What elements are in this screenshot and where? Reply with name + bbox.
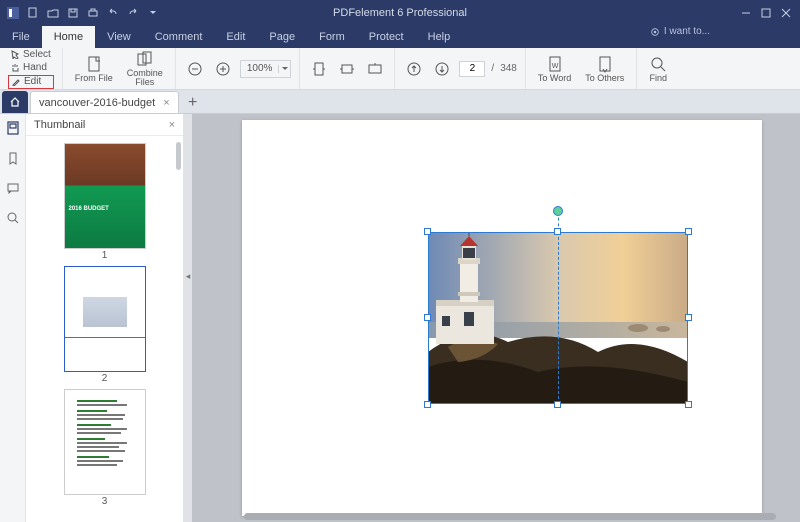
- edit-tool[interactable]: Edit: [8, 75, 54, 89]
- selected-image[interactable]: [428, 232, 688, 404]
- menu-comment[interactable]: Comment: [143, 26, 215, 48]
- fit-page-button[interactable]: [308, 58, 330, 80]
- qat-open-icon[interactable]: [46, 6, 60, 20]
- zoom-select[interactable]: 100%: [240, 60, 292, 78]
- combine-files-button[interactable]: Combine Files: [123, 50, 167, 87]
- chevron-down-icon[interactable]: [278, 65, 290, 73]
- work-area: Thumbnail × 2016 BUDGET 1 2: [0, 114, 800, 522]
- qat-dropdown-icon[interactable]: [146, 6, 160, 20]
- thumbnail-page-1[interactable]: 2016 BUDGET 1: [65, 144, 145, 261]
- qat-print-icon[interactable]: [86, 6, 100, 20]
- thumbnails-panel-icon[interactable]: [5, 120, 21, 136]
- app-title: PDFelement 6 Professional: [333, 7, 467, 19]
- comments-panel-icon[interactable]: [5, 180, 21, 196]
- bookmarks-panel-icon[interactable]: [5, 150, 21, 166]
- close-button[interactable]: [778, 5, 794, 21]
- hand-tool[interactable]: Hand: [8, 62, 54, 74]
- resize-handle-l[interactable]: [424, 314, 431, 321]
- select-tool[interactable]: Select: [8, 49, 54, 61]
- scrollbar-thumb[interactable]: [176, 142, 181, 170]
- thumbnail-panel-close-icon[interactable]: ×: [169, 119, 175, 131]
- title-bar: PDFelement 6 Professional: [0, 0, 800, 26]
- zoom-out-button[interactable]: [184, 58, 206, 80]
- resize-handle-bl[interactable]: [424, 401, 431, 408]
- thumbnail-panel-header: Thumbnail ×: [26, 114, 183, 136]
- ribbon-group-convert: W To Word To Others: [526, 48, 637, 89]
- document-tab[interactable]: vancouver-2016-budget ×: [30, 91, 179, 113]
- page-sep: /: [491, 63, 494, 74]
- find-button[interactable]: Find: [645, 55, 671, 83]
- thumbnail-page-3[interactable]: 3: [65, 390, 145, 507]
- menu-edit[interactable]: Edit: [214, 26, 257, 48]
- resize-handle-b[interactable]: [554, 401, 561, 408]
- ribbon-group-find: Find: [637, 48, 679, 89]
- resize-handle-r[interactable]: [685, 314, 692, 321]
- thumbnail-panel-title: Thumbnail: [34, 119, 85, 131]
- menu-view[interactable]: View: [95, 26, 143, 48]
- qat-save-icon[interactable]: [66, 6, 80, 20]
- menu-home[interactable]: Home: [42, 26, 95, 48]
- tab-close-icon[interactable]: ×: [163, 97, 169, 109]
- collapse-panel-icon[interactable]: ◂: [185, 264, 191, 288]
- page-total: 348: [500, 63, 517, 74]
- to-others-button[interactable]: To Others: [581, 55, 628, 83]
- qat-new-icon[interactable]: [26, 6, 40, 20]
- center-guideline: [558, 232, 559, 404]
- thumbnail-panel: Thumbnail × 2016 BUDGET 1 2: [26, 114, 184, 522]
- minimize-button[interactable]: [738, 5, 754, 21]
- next-page-button[interactable]: [431, 58, 453, 80]
- ribbon-group-nav: / 348: [395, 48, 525, 89]
- fit-width-button[interactable]: [336, 58, 358, 80]
- menu-page[interactable]: Page: [257, 26, 307, 48]
- horizontal-scrollbar[interactable]: [244, 513, 776, 520]
- search-panel-icon[interactable]: [5, 210, 21, 226]
- prev-page-button[interactable]: [403, 58, 425, 80]
- side-toolbar: [0, 114, 26, 522]
- quick-access-toolbar: [0, 6, 160, 20]
- i-want-to[interactable]: I want to...: [650, 26, 710, 37]
- resize-handle-tl[interactable]: [424, 228, 431, 235]
- app-logo-icon: [6, 6, 20, 20]
- ribbon-group-select: Select Hand Edit: [0, 48, 63, 89]
- menu-form[interactable]: Form: [307, 26, 357, 48]
- i-want-to-label: I want to...: [664, 26, 710, 37]
- window-controls: [738, 5, 800, 21]
- resize-handle-t[interactable]: [554, 228, 561, 235]
- menu-file[interactable]: File: [0, 26, 42, 48]
- add-tab-button[interactable]: +: [183, 93, 203, 113]
- actual-size-button[interactable]: [364, 58, 386, 80]
- thumbnail-list[interactable]: 2016 BUDGET 1 2 3: [26, 136, 183, 522]
- ribbon: Select Hand Edit From File Combine Files…: [0, 48, 800, 90]
- ribbon-group-zoom: 100%: [176, 48, 301, 89]
- document-viewport[interactable]: ◂: [184, 114, 800, 522]
- menu-bar: File Home View Comment Edit Page Form Pr…: [0, 26, 800, 48]
- to-word-button[interactable]: W To Word: [534, 55, 575, 83]
- tab-strip: vancouver-2016-budget × +: [0, 90, 800, 114]
- rotation-handle[interactable]: [553, 206, 563, 216]
- zoom-value: 100%: [241, 63, 279, 74]
- zoom-in-button[interactable]: [212, 58, 234, 80]
- svg-text:W: W: [551, 63, 558, 70]
- resize-handle-tr[interactable]: [685, 228, 692, 235]
- home-tab-button[interactable]: [2, 91, 28, 113]
- from-file-button[interactable]: From File: [71, 55, 117, 83]
- ribbon-group-create: From File Combine Files: [63, 48, 176, 89]
- panel-gutter: ◂: [184, 114, 192, 522]
- document-tab-label: vancouver-2016-budget: [39, 97, 155, 109]
- qat-redo-icon[interactable]: [126, 6, 140, 20]
- maximize-button[interactable]: [758, 5, 774, 21]
- document-page[interactable]: [242, 120, 762, 516]
- thumbnail-page-2[interactable]: 2: [65, 267, 145, 384]
- resize-handle-br[interactable]: [685, 401, 692, 408]
- page-number-input[interactable]: [459, 61, 485, 77]
- qat-undo-icon[interactable]: [106, 6, 120, 20]
- menu-protect[interactable]: Protect: [357, 26, 416, 48]
- ribbon-group-fit: [300, 48, 395, 89]
- menu-help[interactable]: Help: [416, 26, 463, 48]
